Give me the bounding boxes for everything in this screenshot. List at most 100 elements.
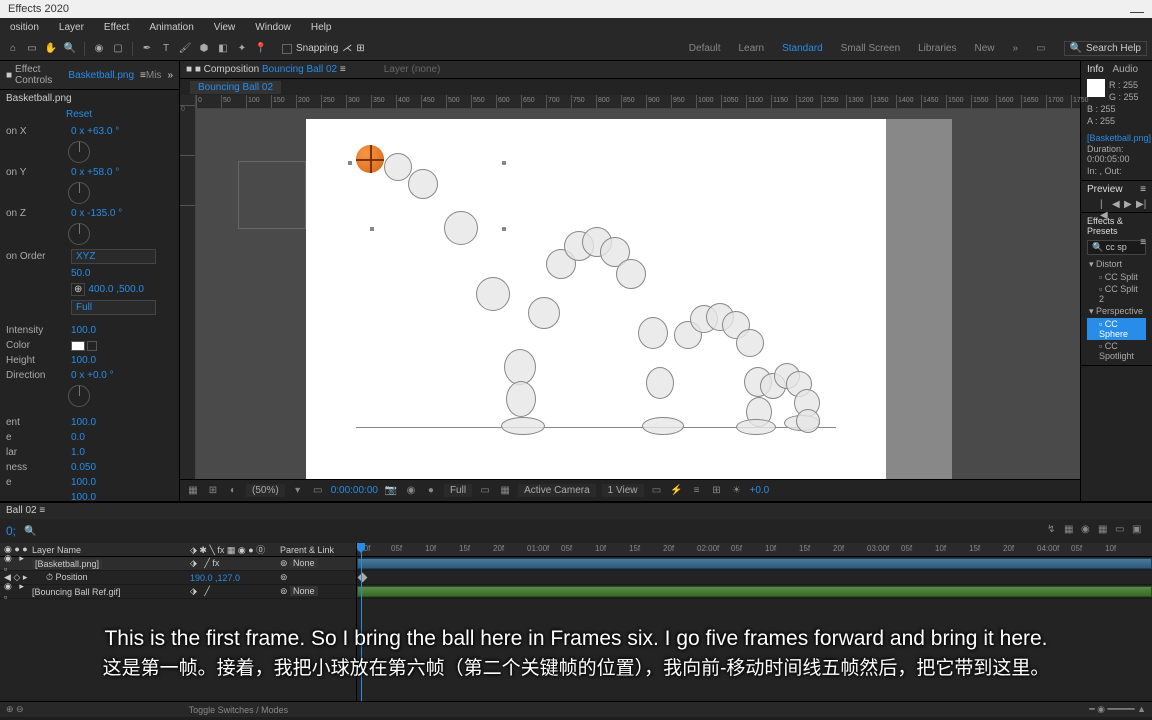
roi-icon[interactable]: ▭ (478, 484, 492, 498)
timeline-icon[interactable]: ≡ (690, 484, 704, 498)
distort-category[interactable]: ▾ Distort (1087, 258, 1146, 271)
timeline-tracks[interactable]: :00f05f10f15f20f01:00f05f10f15f20f02:00f… (357, 543, 1152, 701)
position-property-row[interactable]: ◀ ◇ ▸ ⏱ Position 190.0 ,127.0 ⊚ (0, 571, 356, 585)
workspace-new[interactable]: New (974, 43, 994, 54)
exposure-value[interactable]: +0.0 (750, 485, 770, 496)
menu-effect[interactable]: Effect (94, 20, 139, 35)
keyframe[interactable] (358, 573, 368, 583)
radius-value[interactable]: 50.0 (71, 268, 90, 279)
menu-layer[interactable]: Layer (49, 20, 94, 35)
intensity-value[interactable]: 100.0 (71, 325, 96, 336)
zoom-tool-icon[interactable]: 🔍 (62, 41, 78, 57)
workspace-expand-icon[interactable]: ▭ (1036, 43, 1045, 54)
rotation-z-dial[interactable] (68, 223, 90, 245)
pixel-aspect-icon[interactable]: ▭ (650, 484, 664, 498)
show-channel-icon[interactable]: ◉ (404, 484, 418, 498)
rotation-x-dial[interactable] (68, 141, 90, 163)
menu-composition[interactable]: osition (0, 20, 49, 35)
workspace-small-screen[interactable]: Small Screen (841, 43, 900, 54)
resolution-icon[interactable]: ▾ (291, 484, 305, 498)
audio-tab[interactable]: Audio (1112, 64, 1138, 75)
rotation-y-value[interactable]: 0 x +58.0 ° (71, 167, 119, 178)
next-frame-icon[interactable]: ▶| (1136, 199, 1146, 209)
selection-tool-icon[interactable]: ▭ (24, 41, 40, 57)
cc-sphere-effect[interactable]: ▫ CC Sphere (1087, 318, 1146, 340)
height-value[interactable]: 100.0 (71, 355, 96, 366)
comp-tab[interactable]: ■ ■ Composition Bouncing Ball 02 ≡ (186, 64, 346, 75)
channel-icon[interactable]: ▭ (311, 484, 325, 498)
view-dropdown[interactable]: 1 View (602, 484, 644, 497)
layer-row-reference[interactable]: ◉ ▸ ▫ [Bouncing Ball Ref.gif] ⬗ ╱ ⊚ None (0, 585, 356, 599)
grid-icon[interactable]: ▦ (186, 484, 200, 498)
workspace-menu-icon[interactable]: » (1013, 43, 1019, 54)
snapshot-icon[interactable]: 📷 (384, 484, 398, 498)
workspace-learn[interactable]: Learn (738, 43, 764, 54)
footage-name[interactable]: Bouncing Ball 02 (190, 81, 281, 94)
color-swatch[interactable] (71, 341, 85, 351)
prev-frame-icon[interactable]: ◀ (1112, 199, 1122, 209)
menu-window[interactable]: Window (245, 20, 301, 35)
snap-opt2-icon[interactable]: ⊞ (356, 43, 364, 54)
timeline-search-icon[interactable]: 🔍 (24, 526, 36, 537)
home-icon[interactable]: ⌂ (5, 41, 21, 57)
eyedropper-icon[interactable] (87, 341, 97, 351)
menu-help[interactable]: Help (301, 20, 342, 35)
brush-tool-icon[interactable]: 🖌 (177, 41, 193, 57)
zoom-dropdown[interactable]: (50%) (246, 484, 285, 497)
render-toggle-icon[interactable]: ⊕ ⊖ (6, 704, 24, 715)
resolution-dropdown[interactable]: Full (444, 484, 472, 497)
rect-tool-icon[interactable]: ▢ (110, 41, 126, 57)
direction-dial[interactable] (68, 385, 90, 407)
rotation-x-value[interactable]: 0 x +63.0 ° (71, 126, 119, 137)
timeline-tab[interactable]: Ball 02 (6, 505, 37, 516)
rotation-y-dial[interactable] (68, 182, 90, 204)
snapping-checkbox[interactable] (282, 44, 292, 54)
text-tool-icon[interactable]: T (158, 41, 174, 57)
stamp-tool-icon[interactable]: ⬢ (196, 41, 212, 57)
current-time[interactable]: 0:00:00:00 (331, 485, 378, 496)
search-help[interactable]: 🔍 Search Help (1064, 41, 1147, 56)
draft3d-icon[interactable]: ▭ (1115, 524, 1129, 538)
play-icon[interactable]: ▶ (1124, 199, 1134, 209)
transparency-grid-icon[interactable]: ▦ (498, 484, 512, 498)
eraser-tool-icon[interactable]: ◧ (215, 41, 231, 57)
mask-icon[interactable]: ◐ (226, 484, 240, 498)
reset-exposure-icon[interactable]: ☀ (730, 484, 744, 498)
shy-icon[interactable]: ↯ (1047, 524, 1061, 538)
perspective-category[interactable]: ▾ Perspective (1087, 305, 1146, 318)
offset-value[interactable]: 400.0 ,500.0 (88, 284, 144, 295)
cc-split2-effect[interactable]: ▫ CC Split 2 (1087, 283, 1146, 305)
cc-split-effect[interactable]: ▫ CC Split (1087, 271, 1146, 283)
preview-tab[interactable]: Preview (1087, 184, 1123, 195)
fast-preview-icon[interactable]: ⚡ (670, 484, 684, 498)
3d-icon[interactable]: ▣ (1132, 524, 1146, 538)
rotation-z-value[interactable]: 0 x -135.0 ° (71, 208, 122, 219)
orbit-tool-icon[interactable]: ◉ (91, 41, 107, 57)
toggle-switches-button[interactable]: Toggle Switches / Modes (189, 705, 289, 715)
minimize-icon[interactable]: — (1130, 3, 1144, 15)
direction-value[interactable]: 0 x +0.0 ° (71, 370, 114, 381)
puppet-tool-icon[interactable]: 📍 (253, 41, 269, 57)
effects-search[interactable]: 🔍 cc sp (1087, 240, 1146, 255)
menu-view[interactable]: View (204, 20, 246, 35)
hand-tool-icon[interactable]: ✋ (43, 41, 59, 57)
workspace-libraries[interactable]: Libraries (918, 43, 956, 54)
workspace-default[interactable]: Default (689, 43, 721, 54)
camera-dropdown[interactable]: Active Camera (518, 484, 596, 497)
timeline-timecode[interactable]: 0; (6, 524, 16, 538)
motion-blur-icon[interactable]: ◉ (1081, 524, 1095, 538)
workspace-standard[interactable]: Standard (782, 43, 823, 54)
roto-tool-icon[interactable]: ✦ (234, 41, 250, 57)
effect-controls-tab[interactable]: ■ Effect Controls Basketball.png ≡ Mis » (0, 61, 179, 90)
cc-spotlight-effect[interactable]: ▫ CC Spotlight (1087, 340, 1146, 362)
snapping-toggle[interactable]: Snapping ⋌ ⊞ (282, 43, 365, 54)
rotation-order-dropdown[interactable]: XYZ (71, 249, 156, 264)
playhead[interactable] (361, 543, 362, 701)
basketball-layer[interactable] (356, 145, 384, 173)
first-frame-icon[interactable]: |◀ (1100, 199, 1110, 209)
layer-row-basketball[interactable]: ◉ ▸ ▫ [Basketball.png] ⬗ ╱ fx ⊚ None (0, 557, 356, 571)
color-mgmt-icon[interactable]: ● (424, 484, 438, 498)
pen-tool-icon[interactable]: ✒ (139, 41, 155, 57)
render-dropdown[interactable]: Full (71, 300, 156, 315)
snap-opt1-icon[interactable]: ⋌ (342, 43, 352, 54)
